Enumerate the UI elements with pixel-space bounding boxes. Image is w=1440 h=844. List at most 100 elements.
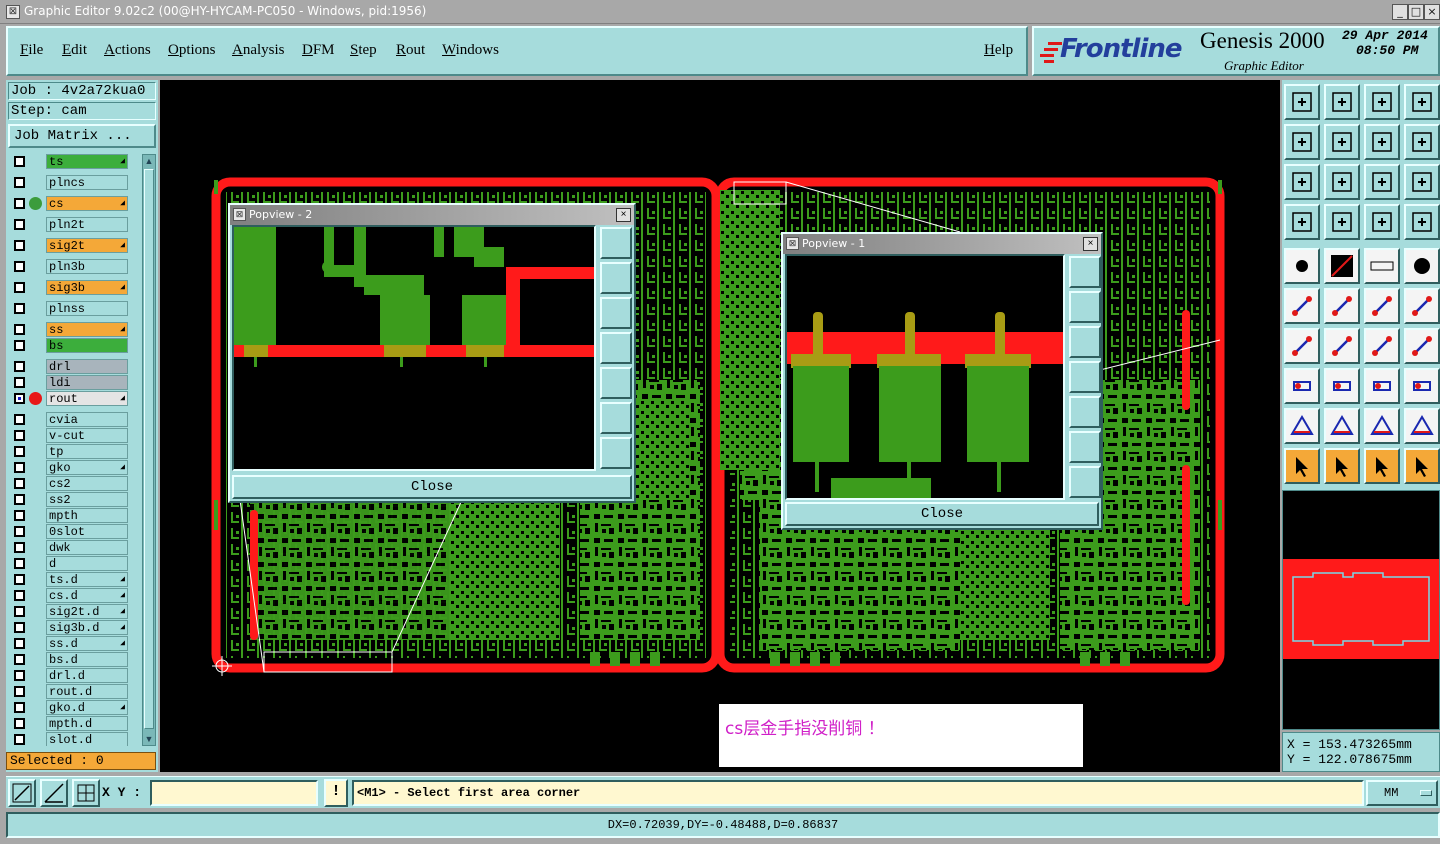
measure-icon[interactable]: [40, 779, 68, 807]
scroll-thumb[interactable]: [144, 169, 154, 729]
layer-name[interactable]: pln2t: [46, 217, 128, 232]
layer-checkbox[interactable]: [14, 177, 25, 188]
menu-step[interactable]: Step: [350, 42, 377, 59]
layer-row-ss[interactable]: ss ◢: [8, 322, 138, 337]
layer-name[interactable]: sig3b ◢: [46, 280, 128, 295]
layer-name[interactable]: sig2t ◢: [46, 238, 128, 253]
layer-checkbox[interactable]: [14, 670, 25, 681]
layer-checkbox[interactable]: [14, 542, 25, 553]
popview-1-view[interactable]: [785, 254, 1065, 500]
layer-row-d[interactable]: d: [8, 556, 138, 571]
layer-checkbox[interactable]: [14, 219, 25, 230]
popview-zoom-out-icon[interactable]: [600, 437, 632, 469]
popview-pan-down-icon[interactable]: [1069, 326, 1101, 358]
pad-sel-icon[interactable]: [1284, 368, 1320, 404]
s-curve-icon[interactable]: [1404, 124, 1440, 160]
popview-zoom-in-icon[interactable]: [600, 402, 632, 434]
layer-name[interactable]: ts.d ◢: [46, 572, 128, 587]
layer-row-mpth[interactable]: mpth: [8, 508, 138, 523]
layer-name[interactable]: ss ◢: [46, 322, 128, 337]
app-icon[interactable]: ⊠: [6, 5, 20, 19]
popview-pan-up-icon[interactable]: [600, 262, 632, 294]
minimap[interactable]: [1282, 490, 1440, 730]
layer-row-tp[interactable]: tp: [8, 444, 138, 459]
snap-icon[interactable]: [8, 779, 36, 807]
help-icon[interactable]: [1404, 164, 1440, 200]
layer-row-plnss[interactable]: plnss: [8, 301, 138, 316]
popview-pan-right-icon[interactable]: [600, 367, 632, 399]
layer-checkbox[interactable]: [14, 261, 25, 272]
layer-name[interactable]: mpth: [46, 508, 128, 523]
move-right-icon[interactable]: [1324, 124, 1360, 160]
layer-row-cs2[interactable]: cs2: [8, 476, 138, 491]
grid-view-icon[interactable]: [1324, 204, 1360, 240]
layer-checkbox[interactable]: [14, 478, 25, 489]
popview-zoom-out-icon[interactable]: [1069, 466, 1101, 498]
cross-icon[interactable]: [1324, 288, 1360, 324]
layer-name[interactable]: ts ◢: [46, 154, 128, 169]
layer-checkbox[interactable]: [14, 462, 25, 473]
close-window-button[interactable]: ×: [1424, 4, 1440, 20]
undo-snap-icon[interactable]: [1364, 124, 1400, 160]
layer-row-pln3b[interactable]: pln3b: [8, 259, 138, 274]
popview-pan-up-icon[interactable]: [1069, 291, 1101, 323]
layer-row-0slot[interactable]: 0slot: [8, 524, 138, 539]
home-icon[interactable]: [1364, 84, 1400, 120]
layer-name[interactable]: dwk: [46, 540, 128, 555]
triangle-point-icon[interactable]: [1404, 408, 1440, 444]
pointer-step-icon[interactable]: [1404, 448, 1440, 484]
menu-help[interactable]: Help: [984, 42, 1013, 59]
layer-row-cvia[interactable]: cvia: [8, 412, 138, 427]
popview-zoom-fit-icon[interactable]: [600, 227, 632, 259]
pointer-snap-icon[interactable]: [1364, 448, 1400, 484]
layer-checkbox[interactable]: [14, 324, 25, 335]
layer-checkbox[interactable]: [14, 240, 25, 251]
move-left-icon[interactable]: [1284, 124, 1320, 160]
layer-name[interactable]: plncs: [46, 175, 128, 190]
layer-row-cs[interactable]: cs ◢: [8, 196, 138, 211]
layer-row-sig3b[interactable]: sig3b ◢: [8, 280, 138, 295]
split-view-icon[interactable]: [1404, 84, 1440, 120]
layer-checkbox[interactable]: [14, 686, 25, 697]
layer-row-plncs[interactable]: plncs: [8, 175, 138, 190]
popview-2-window[interactable]: ⊠ Popview - 2 × Close: [228, 203, 636, 503]
popview-2-close-x[interactable]: ×: [616, 208, 631, 222]
layer-name[interactable]: bs.d: [46, 652, 128, 667]
units-select[interactable]: MM: [1366, 780, 1438, 806]
popview-pan-down-icon[interactable]: [600, 297, 632, 329]
layer-name[interactable]: v-cut: [46, 428, 128, 443]
layer-checkbox[interactable]: [14, 590, 25, 601]
layer-checkbox[interactable]: [14, 734, 25, 745]
layer-checkbox[interactable]: [14, 361, 25, 372]
layer-name[interactable]: pln3b: [46, 259, 128, 274]
popview-1-close-button[interactable]: Close: [785, 502, 1099, 526]
layer-name[interactable]: drl.d: [46, 668, 128, 683]
job-matrix-button[interactable]: Job Matrix ...: [8, 124, 156, 148]
layer-checkbox[interactable]: [14, 718, 25, 729]
layer-row-dwk[interactable]: dwk: [8, 540, 138, 555]
layer-name[interactable]: ldi: [46, 375, 128, 390]
layer-row-gko.d[interactable]: gko.d ◢: [8, 700, 138, 715]
layer-checkbox[interactable]: [14, 702, 25, 713]
triangle-up-icon[interactable]: [1324, 408, 1360, 444]
fit-screen-icon[interactable]: [1284, 164, 1320, 200]
flip-icon[interactable]: [1404, 328, 1440, 364]
layer-checkbox[interactable]: [14, 494, 25, 505]
layer-name[interactable]: cs.d ◢: [46, 588, 128, 603]
menu-edit[interactable]: Edit: [62, 42, 87, 59]
layer-checkbox[interactable]: [14, 340, 25, 351]
layer-row-sig2t.d[interactable]: sig2t.d ◢: [8, 604, 138, 619]
layer-checkbox[interactable]: [14, 510, 25, 521]
menu-options[interactable]: Options: [168, 42, 216, 59]
tools-icon[interactable]: [1284, 204, 1320, 240]
menu-analysis[interactable]: Analysis: [232, 42, 285, 59]
layer-row-mpth.d[interactable]: mpth.d: [8, 716, 138, 731]
layer-name[interactable]: ss2: [46, 492, 128, 507]
layer-row-v-cut[interactable]: v-cut: [8, 428, 138, 443]
layer-up-icon[interactable]: [1284, 84, 1320, 120]
diagonal-icon[interactable]: [1324, 328, 1360, 364]
triangle-icon[interactable]: [1284, 408, 1320, 444]
popview-zoom-in-icon[interactable]: [1069, 431, 1101, 463]
layer-row-cs.d[interactable]: cs.d ◢: [8, 588, 138, 603]
menu-file[interactable]: File: [20, 42, 43, 59]
